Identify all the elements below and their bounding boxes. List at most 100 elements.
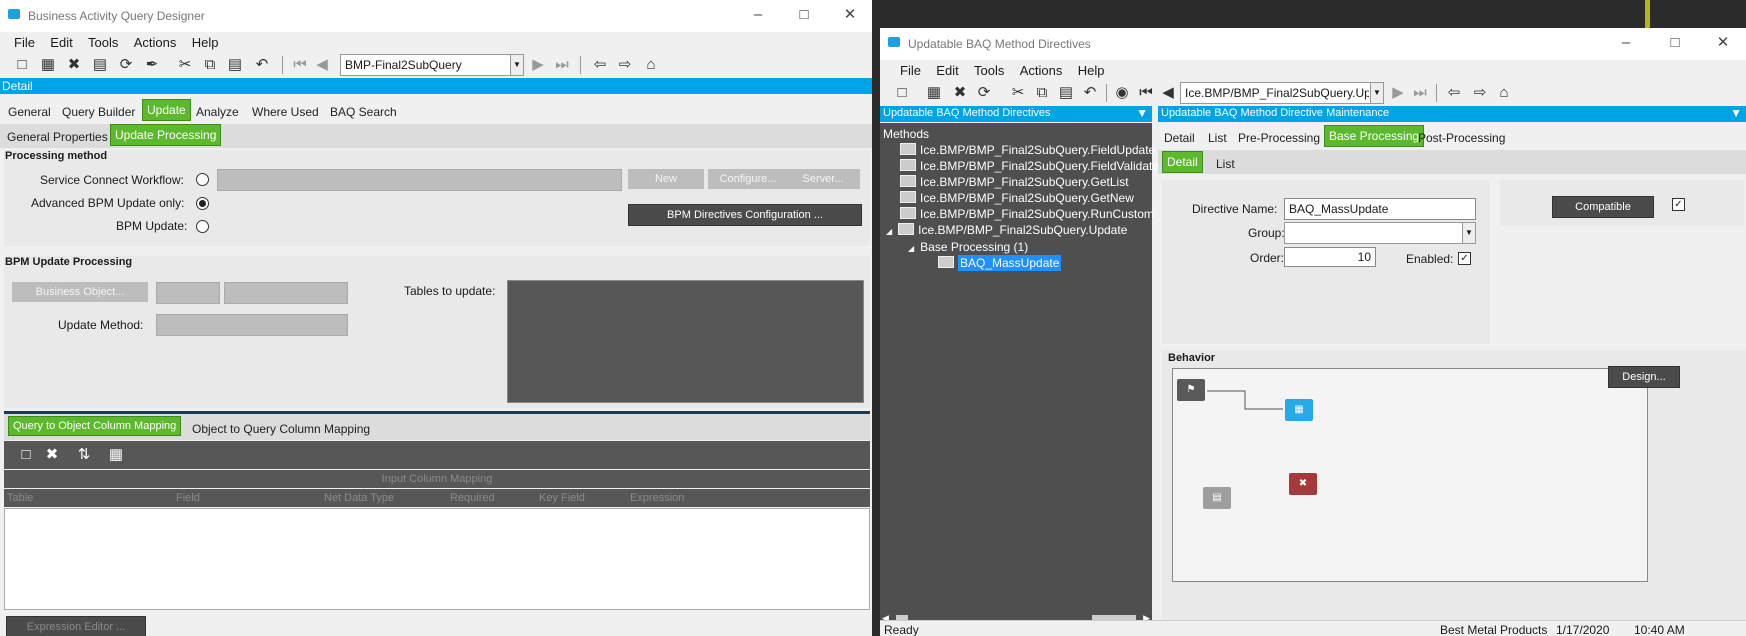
clear-icon[interactable]: ✒ <box>142 55 162 75</box>
copy-icon[interactable]: ⧉ <box>1032 83 1052 103</box>
pin-icon[interactable]: ▼ <box>1136 106 1148 120</box>
service-connect-radio[interactable] <box>196 173 209 186</box>
tables-to-update-list[interactable] <box>507 280 864 403</box>
refresh-icon[interactable]: ⟳ <box>116 55 136 75</box>
first-record-icon[interactable]: ⏮ <box>1136 83 1156 103</box>
menu-edit[interactable]: Edit <box>44 32 78 50</box>
close-button[interactable]: ✕ <box>1703 32 1743 54</box>
minimize-button[interactable]: – <box>738 4 778 26</box>
design-button[interactable]: Design... <box>1608 366 1680 388</box>
update-method-field[interactable] <box>156 314 348 336</box>
tree-item-method[interactable]: Ice.BMP/BMP_Final2SubQuery.FieldUpdate <box>900 143 1155 157</box>
first-record-icon[interactable]: ⏮ <box>290 55 310 75</box>
new-icon[interactable]: □ <box>892 83 912 103</box>
group-combo[interactable]: ▼ <box>1284 222 1476 244</box>
menu-file[interactable]: File <box>8 32 41 50</box>
menu-actions[interactable]: Actions <box>1014 60 1069 78</box>
menu-file[interactable]: File <box>894 60 927 78</box>
delete-icon[interactable]: ✖ <box>64 55 84 75</box>
enabled-checkbox[interactable]: ✓ <box>1458 252 1471 265</box>
undo-icon[interactable]: ↶ <box>1080 83 1100 103</box>
compatible-checkbox[interactable]: ✓ <box>1672 198 1685 211</box>
column-header-net-data-type[interactable]: Net Data Type <box>324 492 394 504</box>
query-id-combo[interactable]: BMP-Final2SubQuery ▼ <box>340 54 524 76</box>
configure-button[interactable]: Configure... <box>708 169 788 189</box>
forward-icon[interactable]: ⇨ <box>615 55 635 75</box>
collapse-icon[interactable]: ◢ <box>886 227 892 236</box>
business-object-button[interactable]: Business Object... <box>12 282 148 302</box>
clipboard-icon[interactable]: ▤ <box>90 55 110 75</box>
back-icon[interactable]: ⇦ <box>1444 83 1464 103</box>
condition-node-icon[interactable]: ▤ <box>1203 487 1231 509</box>
binoculars-icon[interactable]: ◉ <box>1112 83 1132 103</box>
service-connect-field[interactable] <box>217 169 622 191</box>
maximize-button[interactable]: □ <box>784 4 824 26</box>
update-node-icon[interactable]: ▦ <box>1285 399 1313 421</box>
tab-base-processing[interactable]: Base Processing <box>1324 125 1425 147</box>
menu-edit[interactable]: Edit <box>930 60 964 78</box>
tab-post-processing[interactable]: Post-Processing <box>1418 131 1505 145</box>
prev-record-icon[interactable]: ◀ <box>1158 83 1178 103</box>
column-header-key-field[interactable]: Key Field <box>539 492 585 504</box>
column-header-table[interactable]: Table <box>7 492 33 504</box>
menu-actions[interactable]: Actions <box>128 32 183 50</box>
paste-icon[interactable]: ▤ <box>1056 83 1076 103</box>
forward-icon[interactable]: ⇨ <box>1470 83 1490 103</box>
new-icon[interactable]: □ <box>12 55 32 75</box>
tab-list-sub[interactable]: List <box>1216 157 1235 171</box>
tree-item-method[interactable]: Ice.BMP/BMP_Final2SubQuery.RunCustom <box>900 207 1154 221</box>
tree-group-base-processing[interactable]: ◢ Base Processing (1) <box>908 240 1028 254</box>
home-icon[interactable]: ⌂ <box>641 55 661 75</box>
undo-icon[interactable]: ↶ <box>252 55 272 75</box>
tree-root-methods[interactable]: Methods <box>883 127 929 141</box>
pin-icon[interactable]: ▼ <box>1730 106 1742 120</box>
expression-editor-button[interactable]: Expression Editor ... <box>6 616 146 636</box>
tab-update[interactable]: Update <box>142 99 191 121</box>
start-node-icon[interactable]: ⚑ <box>1177 379 1205 401</box>
minimize-button[interactable]: – <box>1606 32 1646 54</box>
save-icon[interactable]: ▦ <box>924 83 944 103</box>
tree-item-method[interactable]: ◢ Ice.BMP/BMP_Final2SubQuery.Update <box>886 223 1127 237</box>
tab-detail-sub[interactable]: Detail <box>1162 151 1203 173</box>
chevron-down-icon[interactable]: ▼ <box>510 55 523 75</box>
home-icon[interactable]: ⌂ <box>1494 83 1514 103</box>
server-button[interactable]: Server... <box>786 169 860 189</box>
tab-query-builder[interactable]: Query Builder <box>62 105 135 119</box>
sort-icon[interactable]: ⇅ <box>74 445 94 465</box>
tab-detail[interactable]: Detail <box>1164 131 1195 145</box>
menu-tools[interactable]: Tools <box>82 32 124 50</box>
cut-icon[interactable]: ✂ <box>1008 83 1028 103</box>
cut-icon[interactable]: ✂ <box>175 55 195 75</box>
tree-item-method[interactable]: Ice.BMP/BMP_Final2SubQuery.FieldValidate <box>900 159 1159 173</box>
business-object-field-2[interactable] <box>224 282 348 304</box>
column-header-field[interactable]: Field <box>176 492 200 504</box>
tab-general[interactable]: General <box>8 105 51 119</box>
collapse-icon[interactable]: ◢ <box>908 244 914 253</box>
grid-settings-icon[interactable]: ▦ <box>106 445 126 465</box>
last-record-icon[interactable]: ⏭ <box>552 55 572 75</box>
advanced-bpm-radio[interactable] <box>196 197 209 210</box>
menu-tools[interactable]: Tools <box>968 60 1010 78</box>
chevron-down-icon[interactable]: ▼ <box>1462 223 1475 243</box>
copy-icon[interactable]: ⧉ <box>200 55 220 75</box>
method-combo[interactable]: Ice.BMP/BMP_Final2SubQuery.Update ▼ <box>1180 82 1384 104</box>
tab-where-used[interactable]: Where Used <box>252 105 319 119</box>
new-button[interactable]: New <box>628 169 704 189</box>
next-record-icon[interactable]: ▶ <box>1388 83 1408 103</box>
tab-query-to-object-mapping[interactable]: Query to Object Column Mapping <box>8 416 182 436</box>
back-icon[interactable]: ⇦ <box>590 55 610 75</box>
prev-record-icon[interactable]: ◀ <box>312 55 332 75</box>
paste-icon[interactable]: ▤ <box>225 55 245 75</box>
delete-icon[interactable]: ✖ <box>950 83 970 103</box>
tab-baq-search[interactable]: BAQ Search <box>330 105 397 119</box>
maximize-button[interactable]: □ <box>1655 32 1695 54</box>
column-header-expression[interactable]: Expression <box>630 492 684 504</box>
tab-object-to-query-mapping[interactable]: Object to Query Column Mapping <box>192 422 370 436</box>
behavior-canvas[interactable]: ⚑ ▦ ▤ ✖ <box>1172 368 1648 582</box>
tab-analyze[interactable]: Analyze <box>196 105 239 119</box>
mapping-grid-body[interactable] <box>4 508 870 610</box>
menu-help[interactable]: Help <box>186 32 225 50</box>
tree-item-method[interactable]: Ice.BMP/BMP_Final2SubQuery.GetNew <box>900 191 1134 205</box>
save-icon[interactable]: ▦ <box>38 55 58 75</box>
directive-name-field[interactable]: BAQ_MassUpdate <box>1284 198 1476 220</box>
